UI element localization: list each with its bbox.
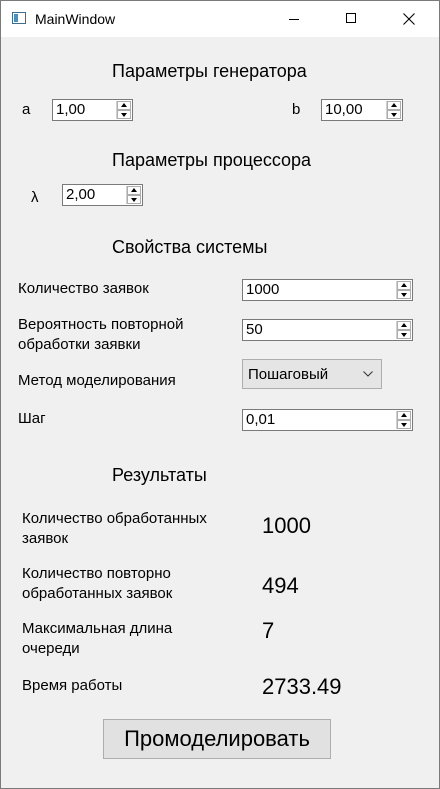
reprocessed-value: 494 — [262, 573, 299, 598]
results-heading: Результаты — [112, 465, 207, 485]
lambda-spinbox[interactable]: 2,00 — [62, 184, 143, 206]
time-label: Время работы — [22, 677, 123, 694]
system-heading: Свойства системы — [112, 237, 268, 257]
chevron-down-icon[interactable] — [127, 195, 141, 204]
close-button[interactable] — [381, 1, 439, 37]
reprocessed-label-line2: обработанных заявок — [22, 585, 173, 602]
chevron-up-icon[interactable] — [397, 411, 411, 420]
chevron-down-icon[interactable] — [397, 420, 411, 429]
maximize-icon — [346, 13, 356, 23]
minimize-icon — [289, 19, 299, 20]
chevron-up-icon[interactable] — [397, 321, 411, 330]
chevron-up-icon[interactable] — [387, 101, 401, 110]
queue-value: 7 — [262, 618, 275, 643]
chevron-up-icon[interactable] — [117, 101, 131, 110]
chevron-up-icon[interactable] — [397, 281, 411, 290]
processed-label-line2: заявок — [22, 530, 69, 547]
simulate-button[interactable]: Промоделировать — [103, 719, 331, 759]
generator-heading: Параметры генератора — [112, 61, 307, 81]
chevron-down-icon[interactable] — [387, 110, 401, 119]
chevron-down-icon[interactable] — [117, 110, 131, 119]
processed-label-line1: Количество обработанных — [22, 510, 207, 527]
title-bar[interactable]: MainWindow — [1, 1, 439, 37]
b-spinbox-value: 10,00 — [325, 101, 363, 118]
minimize-button[interactable] — [265, 1, 323, 37]
processed-value: 1000 — [262, 513, 311, 538]
method-combobox[interactable]: Пошаговый — [242, 359, 382, 389]
close-icon — [403, 13, 415, 25]
a-spinbox[interactable]: 1,00 — [52, 99, 133, 121]
queue-label-line1: Максимальная длина — [22, 620, 173, 637]
reprocessed-label-line1: Количество повторно — [22, 565, 171, 582]
requests-label: Количество заявок — [18, 280, 149, 297]
window-title: MainWindow — [35, 11, 116, 27]
lambda-label: λ — [31, 189, 39, 206]
time-value: 2733.49 — [262, 674, 342, 699]
chevron-down-icon[interactable] — [397, 330, 411, 339]
processor-heading: Параметры процессора — [112, 150, 312, 170]
method-label: Метод моделирования — [18, 372, 176, 389]
requests-spinbox[interactable]: 1000 — [242, 279, 413, 301]
probability-label-line2: обработки заявки — [18, 336, 141, 353]
method-combobox-value: Пошаговый — [248, 366, 329, 383]
main-window: MainWindow Параметры генератора a 1,00 b… — [0, 0, 440, 789]
lambda-spinbox-value: 2,00 — [66, 186, 96, 203]
probability-spinbox[interactable]: 50 — [242, 319, 413, 341]
step-label: Шаг — [18, 410, 46, 427]
queue-label-line2: очереди — [22, 640, 80, 657]
b-label: b — [292, 101, 301, 118]
requests-spinbox-value: 1000 — [246, 281, 280, 298]
b-spinbox[interactable]: 10,00 — [321, 99, 403, 121]
a-label: a — [22, 101, 31, 118]
step-spinbox-value: 0,01 — [246, 411, 276, 428]
probability-spinbox-value: 50 — [246, 321, 263, 338]
chevron-up-icon[interactable] — [127, 186, 141, 195]
chevron-down-icon — [363, 371, 373, 377]
chevron-down-icon[interactable] — [397, 290, 411, 299]
probability-label-line1: Вероятность повторной — [18, 316, 184, 333]
step-spinbox[interactable]: 0,01 — [242, 409, 413, 431]
a-spinbox-value: 1,00 — [56, 101, 86, 118]
maximize-button[interactable] — [323, 1, 381, 37]
app-window-icon — [12, 12, 26, 24]
